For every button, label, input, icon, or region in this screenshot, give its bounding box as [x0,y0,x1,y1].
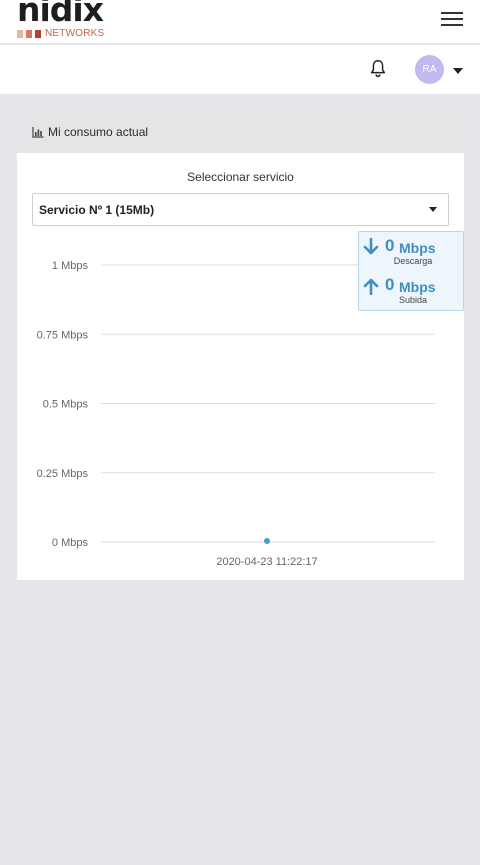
upload-label: Subida [398,295,428,305]
upload-unit: Mbps [399,279,436,295]
y-tick-label: 0 Mbps [52,537,89,549]
y-tick-label: 0.5 Mbps [43,399,89,411]
logo-square-2 [26,30,32,38]
consumption-card: Mi consumo actual Seleccionar servicio S… [17,112,464,580]
service-select-value: Servicio Nº 1 (15Mb) [39,203,155,217]
speed-indicator: 0 Mbps Descarga 0 Mbps Subida [358,231,464,311]
chevron-down-icon [429,207,437,212]
download-label: Descarga [393,256,433,266]
download-row: 0 Mbps [363,236,463,256]
card-title: Mi consumo actual [48,125,149,139]
upload-value: 0 [385,275,395,294]
data-point[interactable] [264,538,270,544]
y-tick-label: 0.75 Mbps [37,329,89,341]
area-chart-icon [32,127,44,138]
download-unit: Mbps [399,240,436,256]
download-value: 0 [385,236,395,255]
upload-row: 0 Mbps [363,275,463,295]
service-select[interactable]: Servicio Nº 1 (15Mb) [32,193,449,226]
user-menu-caret-icon[interactable] [453,68,463,74]
x-tick-label: 2020-04-23 11:22:17 [216,556,317,568]
top-bar: nidix NETWORKS [0,0,480,44]
service-select-label: Seleccionar servicio [187,170,294,184]
logo-wordmark: nidix [17,0,104,29]
bell-icon[interactable] [367,58,389,80]
logo-square-1 [17,30,23,38]
hamburger-icon[interactable] [441,11,465,29]
logo-tagline: NETWORKS [45,28,105,39]
arrow-up-icon [363,278,379,295]
user-bar [0,45,480,94]
arrow-down-icon [363,238,379,255]
y-tick-label: 0.25 Mbps [37,468,89,480]
card-header: Mi consumo actual [17,112,464,153]
user-avatar[interactable]: RA [415,55,444,84]
y-tick-label: 1 Mbps [52,260,89,272]
logo-square-3 [35,30,41,38]
